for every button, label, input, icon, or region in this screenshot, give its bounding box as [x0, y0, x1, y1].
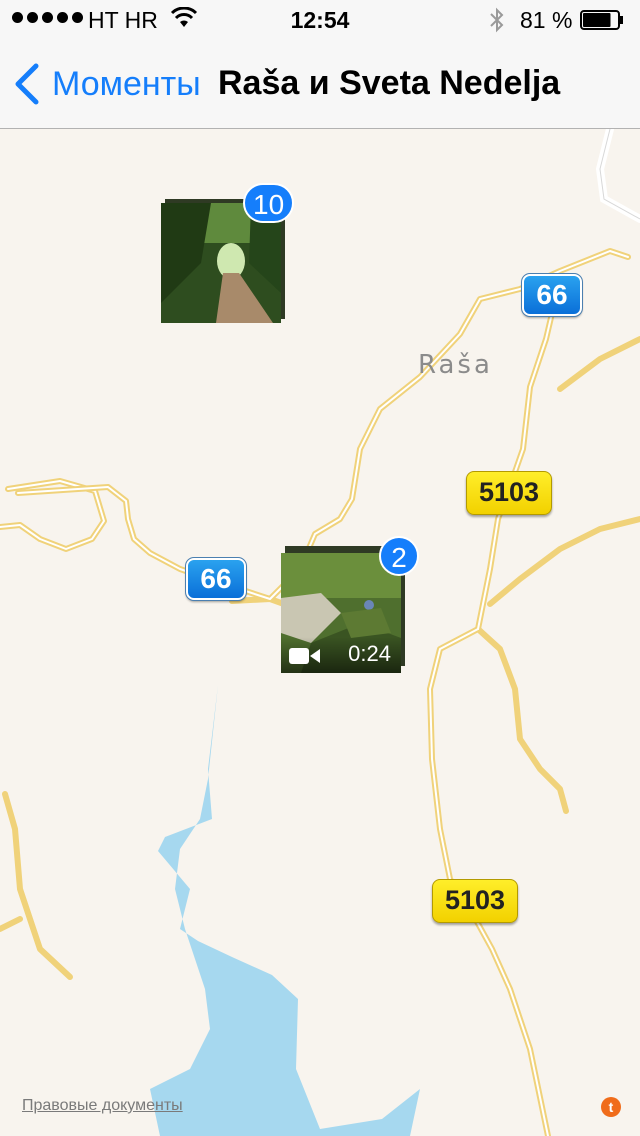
video-duration: 0:24	[348, 641, 391, 666]
battery-icon	[580, 10, 623, 30]
route-shield-5103: 5103	[432, 879, 518, 923]
map-view[interactable]: Raša 66 5103 66 5103 10 0:24 2	[0, 129, 640, 1136]
photo-count-badge: 10	[243, 183, 295, 223]
photo-cluster[interactable]: 10	[161, 183, 295, 323]
legal-link[interactable]: Правовые документы	[22, 1097, 183, 1115]
back-button[interactable]: Моменты	[12, 62, 201, 106]
battery-percentage: 81 %	[520, 7, 573, 33]
place-label-rasa: Raša	[418, 350, 493, 380]
video-camera-icon	[289, 648, 320, 664]
chevron-left-icon	[15, 63, 39, 105]
page-title: Raša и Sveta Nedelja	[218, 64, 561, 102]
photo-count-badge: 2	[379, 536, 419, 576]
status-bar: HT HR 12:54 81 %	[0, 0, 640, 40]
route-shield-66: 66	[185, 557, 247, 601]
back-button-label: Моменты	[52, 64, 201, 103]
screen: HT HR 12:54 81 % Моменты Raša и Sveta Ne…	[0, 0, 640, 1136]
video-info-bar: 0:24	[281, 637, 401, 673]
route-shield-5103: 5103	[466, 471, 552, 515]
bluetooth-icon	[490, 7, 504, 33]
video-cluster[interactable]: 0:24 2	[281, 536, 419, 673]
route-shield-66: 66	[521, 273, 583, 317]
tomtom-info-icon[interactable]: t	[601, 1097, 621, 1117]
navigation-bar: Моменты Raša и Sveta Nedelja	[0, 40, 640, 129]
